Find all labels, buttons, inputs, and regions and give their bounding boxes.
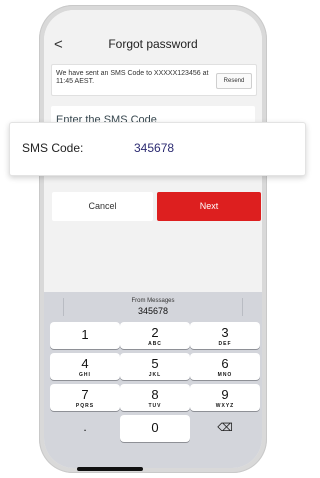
key-digit: 6 bbox=[221, 356, 229, 371]
key-digit: 9 bbox=[221, 387, 229, 402]
key-letters: DEF bbox=[218, 341, 232, 347]
sms-code-label: SMS Code: bbox=[22, 141, 84, 155]
resend-button[interactable]: Resend bbox=[216, 73, 252, 89]
key-letters: GHI bbox=[79, 372, 91, 378]
home-indicator bbox=[77, 467, 143, 471]
sms-code-callout: SMS Code: 345678 bbox=[9, 122, 306, 176]
key-1[interactable]: 1 bbox=[50, 322, 120, 349]
key-digit: 4 bbox=[81, 356, 89, 371]
delete-icon[interactable]: ⌫ bbox=[190, 415, 260, 442]
page-title: Forgot password bbox=[108, 37, 198, 51]
key-4[interactable]: 4 GHI bbox=[50, 353, 120, 380]
key-3[interactable]: 3 DEF bbox=[190, 322, 260, 349]
key-letters: WXYZ bbox=[215, 403, 235, 409]
key-digit: 0 bbox=[151, 420, 159, 435]
phone-screen: < Forgot password We have sent an SMS Co… bbox=[44, 10, 262, 468]
key-8[interactable]: 8 TUV bbox=[120, 384, 190, 411]
suggestion-code: 345678 bbox=[137, 306, 169, 316]
key-9[interactable]: 9 WXYZ bbox=[190, 384, 260, 411]
key-letters: MNO bbox=[217, 372, 233, 378]
suggestion-source: From Messages bbox=[131, 298, 175, 304]
sms-code-value: 345678 bbox=[134, 141, 175, 155]
key-digit: 1 bbox=[81, 327, 89, 342]
key-digit: 3 bbox=[221, 325, 229, 340]
key-7[interactable]: 7 PQRS bbox=[50, 384, 120, 411]
key-letters: PQRS bbox=[75, 403, 95, 409]
key-letters: JKL bbox=[148, 372, 162, 378]
sms-autofill-suggestion[interactable]: From Messages 345678 bbox=[44, 292, 262, 322]
key-letters: ABC bbox=[148, 341, 162, 347]
sms-sent-notice: We have sent an SMS Code to XXXXX123456 … bbox=[51, 64, 257, 96]
key-letters: TUV bbox=[148, 403, 162, 409]
key-digit: 7 bbox=[81, 387, 89, 402]
key-5[interactable]: 5 JKL bbox=[120, 353, 190, 380]
numeric-keyboard: From Messages 345678 1 2 ABC 3 DEF 4 GHI… bbox=[44, 292, 262, 468]
next-button[interactable]: Next bbox=[157, 192, 261, 221]
notice-message: We have sent an SMS Code to XXXXX123456 … bbox=[56, 70, 209, 85]
key-digit: 2 bbox=[151, 325, 159, 340]
cancel-button[interactable]: Cancel bbox=[52, 192, 153, 221]
key-6[interactable]: 6 MNO bbox=[190, 353, 260, 380]
key-2[interactable]: 2 ABC bbox=[120, 322, 190, 349]
key-digit: 5 bbox=[151, 356, 159, 371]
key-0[interactable]: 0 bbox=[120, 415, 190, 442]
key-digit: 8 bbox=[151, 387, 159, 402]
key-decimal[interactable]: . bbox=[50, 415, 120, 442]
